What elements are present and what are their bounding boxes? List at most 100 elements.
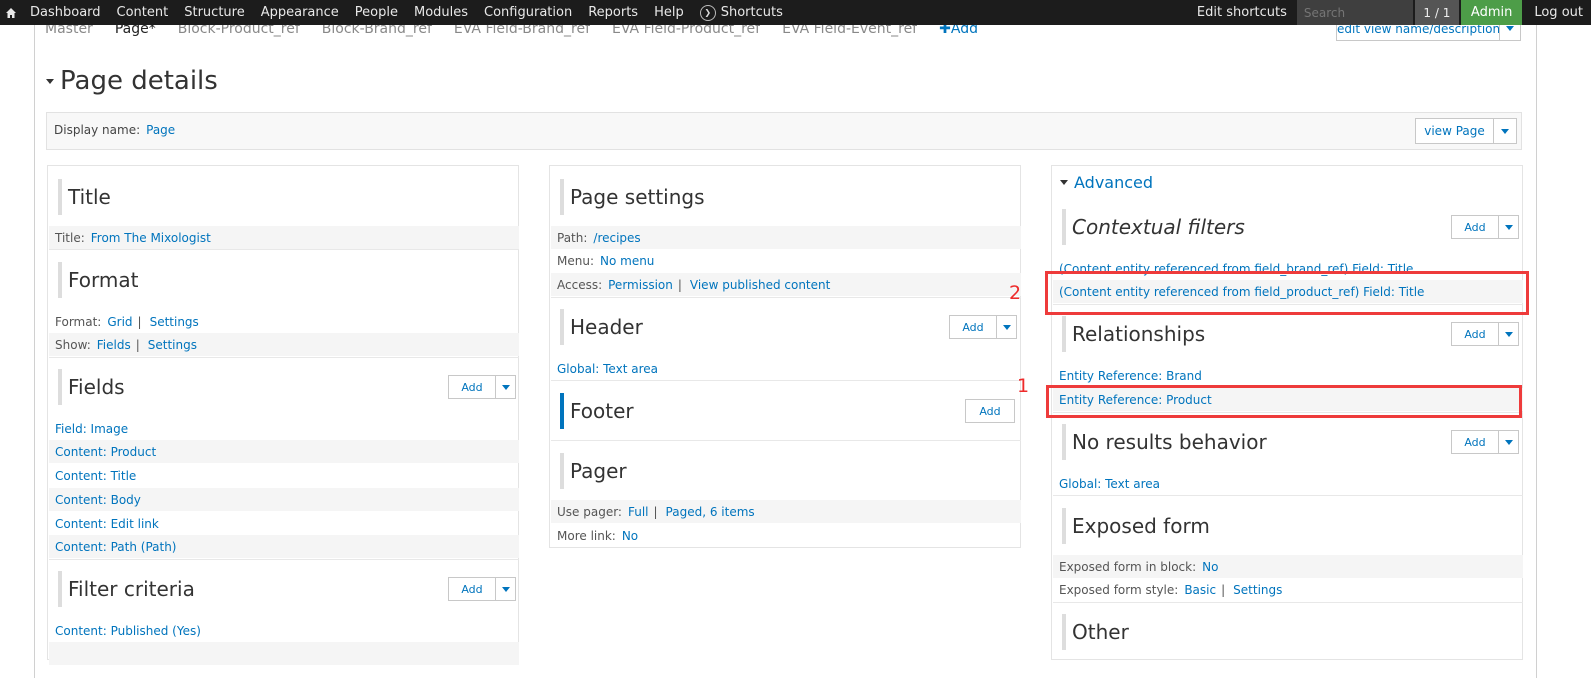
relationship-brand-link[interactable]: Entity Reference: Brand [1059, 369, 1202, 383]
list-item: Global: Text area [551, 357, 1021, 380]
menu-value-link[interactable]: No menu [600, 254, 654, 268]
toolbar-dashboard[interactable]: Dashboard [22, 0, 109, 25]
section-exposed-form-heading: Exposed form [1062, 508, 1210, 544]
field-body-link[interactable]: Content: Body [55, 493, 141, 507]
footer-add-button[interactable]: Add [965, 399, 1015, 423]
view-page-label: view Page [1424, 124, 1485, 138]
page-details-title: Page details [60, 66, 218, 96]
add-label: Add [461, 380, 483, 394]
chevron-down-icon[interactable] [1498, 431, 1518, 453]
chevron-down-icon[interactable] [996, 316, 1016, 338]
show-row: Show: Fields | Settings [49, 333, 519, 356]
list-item: Content: Title [49, 464, 519, 487]
exposed-style-value-link[interactable]: Basic [1184, 583, 1216, 597]
access-value-link[interactable]: Permission [608, 278, 673, 292]
format-row: Format: Grid | Settings [55, 314, 199, 329]
section-other-heading: Other [1062, 614, 1129, 650]
title-label: Title: [55, 230, 85, 245]
field-edit-link[interactable]: Content: Edit link [55, 517, 159, 531]
path-value-link[interactable]: /recipes [593, 231, 640, 245]
use-pager-label: Use pager: [557, 504, 622, 519]
toolbar-reports[interactable]: Reports [580, 0, 646, 25]
format-value-link[interactable]: Grid [107, 315, 132, 329]
use-pager-detail-link[interactable]: Paged, 6 items [666, 505, 755, 519]
field-title-link[interactable]: Content: Title [55, 469, 136, 483]
section-header-heading: Header [560, 309, 643, 345]
show-settings-link[interactable]: Settings [148, 338, 197, 352]
chevron-down-icon[interactable] [495, 578, 515, 600]
header-text-area-link[interactable]: Global: Text area [557, 362, 658, 376]
no-results-add-button[interactable]: Add [1451, 430, 1519, 454]
display-name-link[interactable]: Page [146, 123, 175, 137]
toolbar-modules[interactable]: Modules [406, 0, 476, 25]
no-results-text-area-link[interactable]: Global: Text area [1059, 477, 1160, 491]
filter-published-link[interactable]: Content: Published (Yes) [55, 624, 201, 638]
toolbar-structure[interactable]: Structure [176, 0, 252, 25]
filter-add-button[interactable]: Add [448, 577, 516, 601]
header-add-button[interactable]: Add [949, 315, 1017, 339]
page-details-heading[interactable]: Page details [46, 66, 218, 96]
divider [49, 357, 519, 358]
fields-add-button[interactable]: Add [448, 375, 516, 399]
view-page-button[interactable]: view Page [1415, 118, 1517, 144]
divider [551, 440, 1021, 441]
use-pager-value-link[interactable]: Full [628, 505, 649, 519]
home-icon[interactable] [0, 0, 22, 25]
access-row: Access: Permission | View published cont… [551, 273, 1021, 296]
relationships-add-button[interactable]: Add [1451, 322, 1519, 346]
exposed-block-value-link[interactable]: No [1202, 560, 1218, 574]
section-title-heading: Title [58, 179, 111, 215]
divider [1053, 495, 1523, 496]
toolbar-appearance[interactable]: Appearance [253, 0, 347, 25]
add-label: Add [461, 582, 483, 596]
chevron-down-icon[interactable] [495, 376, 515, 398]
field-product-link[interactable]: Content: Product [55, 445, 156, 459]
section-pager-heading: Pager [560, 453, 627, 489]
format-label: Format: [55, 314, 102, 329]
advanced-toggle[interactable]: Advanced [1060, 173, 1153, 192]
field-image-link[interactable]: Field: Image [55, 422, 128, 436]
title-value-link[interactable]: From The Mixologist [91, 231, 211, 245]
menu-row: Menu: No menu [551, 249, 1021, 272]
page-counter: 1 / 1 [1414, 0, 1459, 25]
divider [49, 559, 519, 560]
show-value-link[interactable]: Fields [97, 338, 131, 352]
contextual-add-button[interactable]: Add [1451, 215, 1519, 239]
toolbar-configuration[interactable]: Configuration [476, 0, 580, 25]
toolbar-help[interactable]: Help [646, 0, 692, 25]
more-link-value-link[interactable]: No [622, 529, 638, 543]
toolbar-shortcuts[interactable]: ❯ Shortcuts [692, 0, 791, 25]
field-path-link[interactable]: Content: Path (Path) [55, 540, 176, 554]
column-second: Page settings Path: /recipes Menu: No me… [549, 165, 1021, 548]
toolbar-content[interactable]: Content [109, 0, 177, 25]
access-detail-link[interactable]: View published content [690, 278, 830, 292]
display-name-row: Display name: Page [54, 123, 175, 137]
add-label: Add [1464, 435, 1486, 449]
highlight-box-2 [1045, 271, 1529, 315]
list-item: Content: Published (Yes) [49, 619, 519, 642]
section-no-results-heading: No results behavior [1062, 424, 1267, 460]
toolbar-search-input[interactable] [1296, 0, 1413, 25]
toolbar-people[interactable]: People [347, 0, 406, 25]
section-contextual-filters-heading: Contextual filters [1062, 209, 1245, 245]
divider [1053, 602, 1523, 603]
divider [551, 297, 1021, 298]
list-item: Field: Image [49, 417, 519, 440]
edit-shortcuts-link[interactable]: Edit shortcuts [1187, 5, 1297, 20]
toolbar-right: Edit shortcuts 1 / 1 Admin Log out [1187, 0, 1591, 25]
admin-user-link[interactable]: Admin [1460, 0, 1523, 25]
list-item: Content: Product [49, 440, 519, 463]
add-label: Add [962, 320, 984, 334]
section-filter-criteria-heading: Filter criteria [58, 571, 195, 607]
use-pager-row: Use pager: Full | Paged, 6 items [551, 500, 1021, 523]
chevron-down-icon[interactable] [1493, 119, 1516, 143]
chevron-down-icon[interactable] [1498, 323, 1518, 345]
chevron-down-icon[interactable] [1498, 216, 1518, 238]
divider [551, 380, 1021, 381]
advanced-label: Advanced [1074, 173, 1154, 192]
logout-link[interactable]: Log out [1522, 5, 1591, 20]
exposed-style-settings-link[interactable]: Settings [1233, 583, 1282, 597]
section-footer-heading: Footer [560, 393, 634, 429]
format-settings-link[interactable]: Settings [150, 315, 199, 329]
access-label: Access: [557, 277, 603, 292]
